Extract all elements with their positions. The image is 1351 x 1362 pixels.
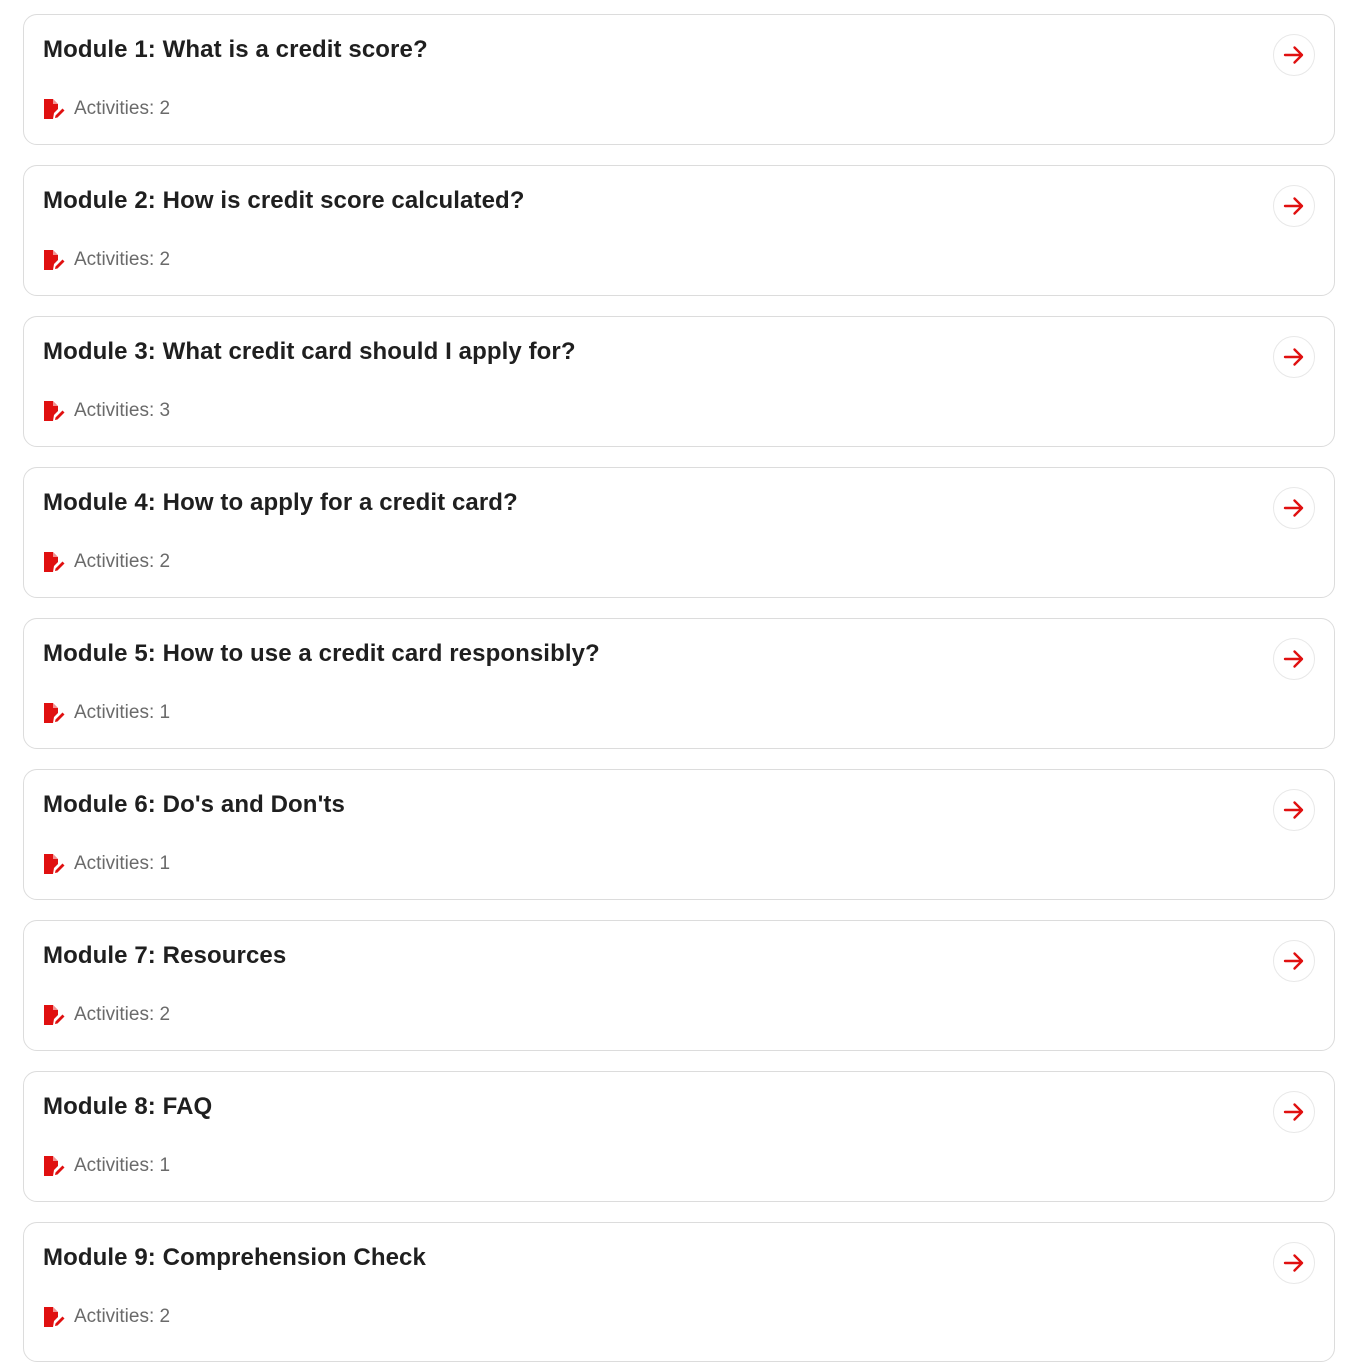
activities-count: Activities: 2 [74, 1306, 171, 1327]
arrow-right-icon [1283, 346, 1305, 368]
module-title: Module 8: FAQ [43, 1093, 213, 1120]
module-card-1[interactable]: Module 1: What is a credit score? Activi… [23, 14, 1335, 145]
arrow-right-icon [1283, 799, 1305, 821]
module-title: Module 5: How to use a credit card respo… [43, 640, 600, 667]
module-list: Module 1: What is a credit score? Activi… [23, 14, 1335, 1362]
module-title: Module 3: What credit card should I appl… [43, 338, 576, 365]
open-module-button[interactable] [1273, 487, 1315, 529]
module-title: Module 7: Resources [43, 942, 287, 969]
open-module-button[interactable] [1273, 1091, 1315, 1133]
activities-count: Activities: 1 [74, 702, 171, 723]
arrow-right-icon [1283, 195, 1305, 217]
open-module-button[interactable] [1273, 940, 1315, 982]
module-title: Module 1: What is a credit score? [43, 36, 428, 63]
module-card-8[interactable]: Module 8: FAQ Activities: 1 [23, 1071, 1335, 1202]
activities-count: Activities: 2 [74, 98, 171, 119]
module-activities: Activities: 2 [43, 97, 170, 121]
open-module-button[interactable] [1273, 1242, 1315, 1284]
module-card-6[interactable]: Module 6: Do's and Don'ts Activities: 1 [23, 769, 1335, 900]
document-edit-icon [43, 551, 66, 573]
arrow-right-icon [1283, 497, 1305, 519]
module-activities: Activities: 1 [43, 1154, 170, 1178]
document-edit-icon [43, 1306, 66, 1328]
arrow-right-icon [1283, 44, 1305, 66]
open-module-button[interactable] [1273, 638, 1315, 680]
module-activities: Activities: 2 [43, 248, 170, 272]
open-module-button[interactable] [1273, 34, 1315, 76]
open-module-button[interactable] [1273, 789, 1315, 831]
arrow-right-icon [1283, 1252, 1305, 1274]
open-module-button[interactable] [1273, 336, 1315, 378]
module-card-9[interactable]: Module 9: Comprehension Check Activities… [23, 1222, 1335, 1362]
activities-count: Activities: 2 [74, 551, 171, 572]
module-title: Module 6: Do's and Don'ts [43, 791, 345, 818]
arrow-right-icon [1283, 648, 1305, 670]
document-edit-icon [43, 853, 66, 875]
activities-count: Activities: 2 [74, 1004, 171, 1025]
document-edit-icon [43, 1155, 66, 1177]
document-edit-icon [43, 249, 66, 271]
module-activities: Activities: 3 [43, 399, 170, 423]
module-title: Module 9: Comprehension Check [43, 1244, 426, 1271]
arrow-right-icon [1283, 950, 1305, 972]
module-title: Module 4: How to apply for a credit card… [43, 489, 518, 516]
document-edit-icon [43, 98, 66, 120]
document-edit-icon [43, 1004, 66, 1026]
document-edit-icon [43, 400, 66, 422]
module-activities: Activities: 1 [43, 701, 170, 725]
module-card-7[interactable]: Module 7: Resources Activities: 2 [23, 920, 1335, 1051]
open-module-button[interactable] [1273, 185, 1315, 227]
module-activities: Activities: 2 [43, 1305, 170, 1329]
module-activities: Activities: 1 [43, 852, 170, 876]
module-card-2[interactable]: Module 2: How is credit score calculated… [23, 165, 1335, 296]
activities-count: Activities: 1 [74, 853, 171, 874]
module-activities: Activities: 2 [43, 550, 170, 574]
module-title: Module 2: How is credit score calculated… [43, 187, 525, 214]
activities-count: Activities: 3 [74, 400, 171, 421]
module-activities: Activities: 2 [43, 1003, 170, 1027]
arrow-right-icon [1283, 1101, 1305, 1123]
activities-count: Activities: 2 [74, 249, 171, 270]
document-edit-icon [43, 702, 66, 724]
activities-count: Activities: 1 [74, 1155, 171, 1176]
module-card-4[interactable]: Module 4: How to apply for a credit card… [23, 467, 1335, 598]
module-card-5[interactable]: Module 5: How to use a credit card respo… [23, 618, 1335, 749]
module-card-3[interactable]: Module 3: What credit card should I appl… [23, 316, 1335, 447]
